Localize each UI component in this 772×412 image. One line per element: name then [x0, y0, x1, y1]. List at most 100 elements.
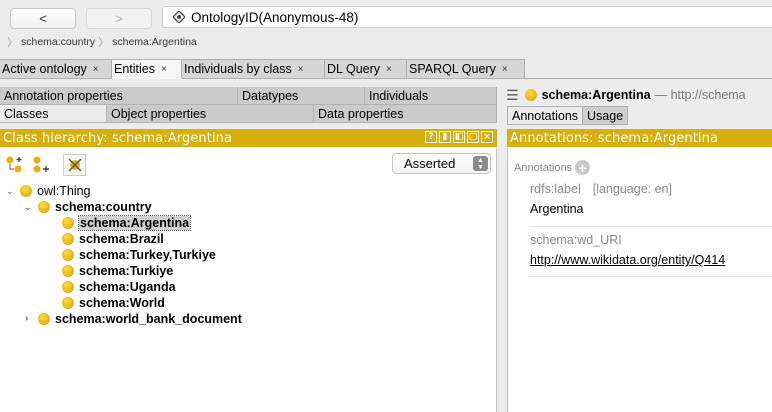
breadcrumb-item[interactable]: schema:Argentina: [112, 36, 197, 48]
annotation-divider: [530, 276, 772, 277]
annotation-value: http://www.wikidata.org/entity/Q414: [530, 253, 772, 267]
annotation-item[interactable]: rdfs:label [language: en] Argentina: [530, 182, 772, 216]
tree-node-label: schema:world_bank_document: [55, 312, 242, 326]
tree-node-label: schema:country: [55, 200, 152, 214]
annotations-section: Annotations +: [514, 160, 591, 175]
tree-node-schema-brazil[interactable]: schema:Brazil: [62, 231, 164, 247]
annotations-panel: Annotations + rdfs:label [language: en] A…: [507, 148, 772, 412]
tab-entities[interactable]: Entities ×: [112, 59, 182, 79]
class-icon: [62, 297, 74, 309]
class-icon: [62, 249, 74, 261]
forward-button[interactable]: >: [86, 8, 152, 29]
tab-label: DL Query: [327, 62, 381, 76]
entity-title-bar: ☰ schema:Argentina — http://schema: [502, 85, 772, 105]
class-icon: [38, 201, 50, 213]
protege-window: < > OntologyID(Anonymous-48) 〉 schema:co…: [0, 0, 772, 412]
tab-annotations[interactable]: Annotations: [507, 106, 584, 125]
annotations-header: Annotations: schema:Argentina: [507, 129, 772, 147]
annotation-property: schema:wd_URI: [530, 233, 772, 247]
tab-label: SPARQL Query: [409, 62, 496, 76]
tree-node-label: schema:Brazil: [79, 232, 164, 246]
help-icon[interactable]: ?: [425, 131, 437, 143]
chevron-right-icon[interactable]: ›: [25, 313, 28, 324]
tree-node-label: schema:World: [79, 296, 165, 310]
class-toolbar: Asserted ▲ ▼: [0, 148, 497, 182]
tree-node-schema-turkiye[interactable]: schema:Turkiye: [62, 263, 173, 279]
annotation-property: rdfs:label [language: en]: [530, 182, 772, 196]
breadcrumb-chevron-icon: 〉: [7, 37, 18, 49]
tree-node-schema-turkey-turkiye[interactable]: schema:Turkey,Turkiye: [62, 247, 216, 263]
close-icon[interactable]: ×: [386, 64, 392, 75]
split-view-icon[interactable]: ◧: [453, 131, 465, 143]
annotations-label: Annotations: [514, 161, 573, 174]
class-icon: [62, 265, 74, 277]
ontology-icon: [173, 11, 185, 23]
tab-dl-query[interactable]: DL Query ×: [325, 59, 407, 79]
tab-usage[interactable]: Usage: [583, 106, 629, 125]
tree-node-world-bank-document[interactable]: › schema:world_bank_document: [24, 311, 242, 327]
close-icon[interactable]: ×: [502, 64, 508, 75]
tree-node-schema-country[interactable]: ⌄ schema:country: [24, 199, 152, 215]
hierarchy-mode-select[interactable]: Asserted ▲ ▼: [392, 153, 491, 174]
class-icon: [20, 185, 32, 197]
ontology-id-label: OntologyID(Anonymous-48): [191, 9, 359, 25]
ontology-id-field[interactable]: OntologyID(Anonymous-48): [162, 6, 772, 28]
class-hierarchy-title: Class hierarchy: schema:Argentina: [3, 130, 233, 146]
tree-node-label: schema:Uganda: [79, 280, 176, 294]
class-icon: [62, 281, 74, 293]
subtab-annotation-properties[interactable]: Annotation properties: [0, 87, 238, 105]
tree-node-owl-thing[interactable]: ⌄ owl:Thing: [6, 183, 91, 199]
main-tab-bar: Active ontology × Entities × Individuals…: [0, 59, 772, 79]
class-icon: [62, 217, 74, 229]
annotation-item[interactable]: schema:wd_URI http://www.wikidata.org/en…: [530, 233, 772, 267]
close-icon[interactable]: ×: [161, 64, 167, 75]
close-icon[interactable]: ×: [93, 64, 99, 75]
subtab-object-properties[interactable]: Object properties: [107, 105, 314, 123]
entity-title: schema:Argentina: [541, 88, 651, 102]
close-view-icon[interactable]: ×: [481, 131, 493, 143]
subtab-data-properties[interactable]: Data properties: [314, 105, 497, 123]
hierarchy-mode-label: Asserted: [404, 156, 456, 171]
class-icon: [38, 313, 50, 325]
tree-node-label: schema:Turkey,Turkiye: [79, 248, 216, 262]
add-annotation-icon[interactable]: +: [575, 160, 591, 175]
class-icon: [524, 89, 537, 101]
annotations-title: Annotations: schema:Argentina: [510, 130, 719, 146]
breadcrumb: 〉 schema:country 〉 schema:Argentina: [4, 35, 197, 49]
tree-node-schema-uganda[interactable]: schema:Uganda: [62, 279, 176, 295]
tab-active-ontology[interactable]: Active ontology ×: [0, 59, 112, 79]
add-subclass-icon[interactable]: [3, 154, 26, 176]
maximize-icon[interactable]: □: [467, 131, 479, 143]
subtab-classes[interactable]: Classes: [0, 105, 107, 123]
annotation-value: Argentina: [530, 202, 584, 216]
tree-node-schema-world[interactable]: schema:World: [62, 295, 165, 311]
tab-label: Entities: [114, 62, 155, 76]
subtab-individuals[interactable]: Individuals: [365, 87, 497, 105]
tree-node-label: owl:Thing: [37, 184, 91, 198]
tab-sparql-query[interactable]: SPARQL Query ×: [407, 59, 525, 79]
annotation-property-name: schema:wd_URI: [530, 233, 622, 247]
chevron-down-icon[interactable]: ⌄: [24, 202, 32, 213]
breadcrumb-item[interactable]: schema:country: [21, 36, 95, 48]
tab-label: Individuals by class: [184, 62, 292, 76]
close-icon[interactable]: ×: [298, 64, 304, 75]
back-button[interactable]: <: [10, 8, 76, 29]
select-arrows-icon: ▲ ▼: [473, 156, 488, 171]
tab-label: Active ontology: [2, 62, 87, 76]
breadcrumb-chevron-icon: 〉: [98, 37, 110, 49]
tab-individuals-by-class[interactable]: Individuals by class ×: [182, 59, 325, 79]
pin-icon[interactable]: ▮: [439, 131, 451, 143]
class-icon: [62, 233, 74, 245]
entity-view-tabs: Annotations Usage: [507, 106, 629, 125]
add-sibling-icon[interactable]: [30, 154, 53, 176]
entity-iri: — http://schema: [654, 88, 746, 102]
annotation-link[interactable]: http://www.wikidata.org/entity/Q414: [530, 253, 725, 267]
entity-subtabs: Annotation properties Datatypes Individu…: [0, 87, 497, 123]
tree-node-schema-argentina[interactable]: schema:Argentina: [62, 215, 192, 231]
delete-class-icon[interactable]: [63, 154, 86, 176]
tree-node-label: schema:Turkiye: [79, 264, 174, 278]
menu-icon[interactable]: ☰: [506, 87, 519, 104]
chevron-down-icon[interactable]: ⌄: [6, 186, 14, 197]
subtab-datatypes[interactable]: Datatypes: [238, 87, 365, 105]
annotation-language: [language: en]: [592, 182, 672, 196]
